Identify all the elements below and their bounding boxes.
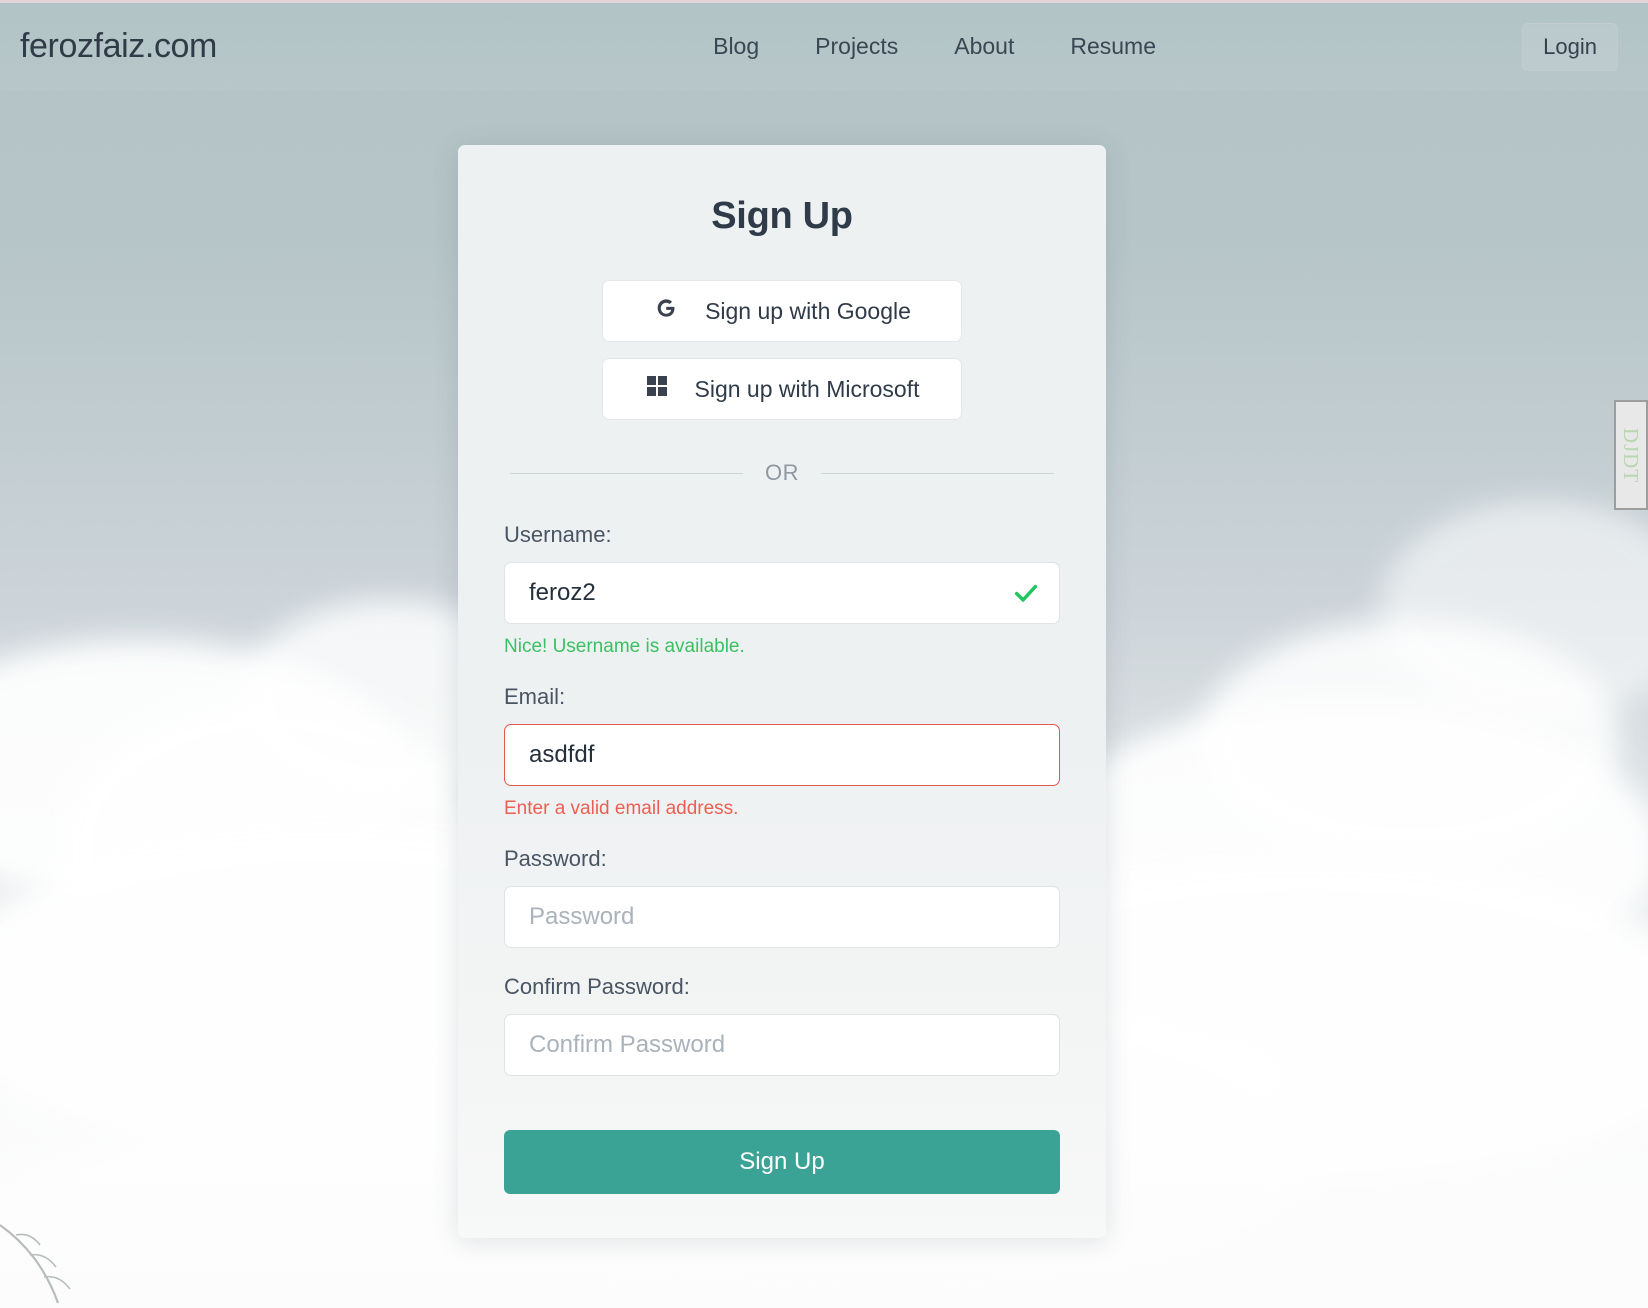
confirm-password-input[interactable] <box>504 1014 1060 1076</box>
login-button[interactable]: Login <box>1522 22 1618 71</box>
username-label: Username: <box>504 522 612 547</box>
google-button-label: Sign up with Google <box>705 297 911 324</box>
nav-item-projects[interactable]: Projects <box>815 33 898 60</box>
signup-submit-button[interactable]: Sign Up <box>504 1130 1060 1194</box>
confirm-password-label: Confirm Password: <box>504 974 690 999</box>
page-title: Sign Up <box>711 195 853 237</box>
branch-decoration <box>0 1224 71 1304</box>
password-field-group: Password: <box>504 846 1060 948</box>
main-nav: Blog Projects About Resume <box>347 33 1522 60</box>
signup-card: Sign Up Sign up with Google Sign up with… <box>458 145 1106 1238</box>
nav-item-about[interactable]: About <box>954 33 1014 60</box>
username-success-message: Nice! Username is available. <box>504 636 745 657</box>
username-input[interactable] <box>504 562 1060 624</box>
signup-with-google-button[interactable]: Sign up with Google <box>602 280 962 342</box>
email-error-message: Enter a valid email address. <box>504 798 739 819</box>
password-label: Password: <box>504 846 607 871</box>
djdt-label: DJDT <box>1619 427 1644 483</box>
google-icon <box>653 295 679 327</box>
microsoft-icon <box>645 374 669 404</box>
password-input[interactable] <box>504 886 1060 948</box>
nav-item-resume[interactable]: Resume <box>1070 33 1156 60</box>
divider-line-right <box>821 472 1054 474</box>
site-brand-logo[interactable]: ferozfaiz.com <box>20 27 217 66</box>
nav-item-blog[interactable]: Blog <box>713 33 759 60</box>
confirm-password-field-group: Confirm Password: <box>504 974 1060 1076</box>
django-debug-toolbar-tab[interactable]: DJDT <box>1614 400 1648 510</box>
email-field-group: Email: Enter a valid email address. <box>504 684 1060 820</box>
username-field-group: Username: Nice! Username is available. <box>504 522 1060 658</box>
or-divider: OR <box>510 460 1054 486</box>
check-icon <box>1014 584 1038 602</box>
divider-label: OR <box>765 460 799 485</box>
top-navigation-bar: ferozfaiz.com Blog Projects About Resume… <box>0 0 1648 90</box>
signup-with-microsoft-button[interactable]: Sign up with Microsoft <box>602 358 962 420</box>
email-label: Email: <box>504 684 566 709</box>
microsoft-button-label: Sign up with Microsoft <box>694 375 920 402</box>
email-input[interactable] <box>504 724 1060 786</box>
divider-line-left <box>510 472 743 474</box>
